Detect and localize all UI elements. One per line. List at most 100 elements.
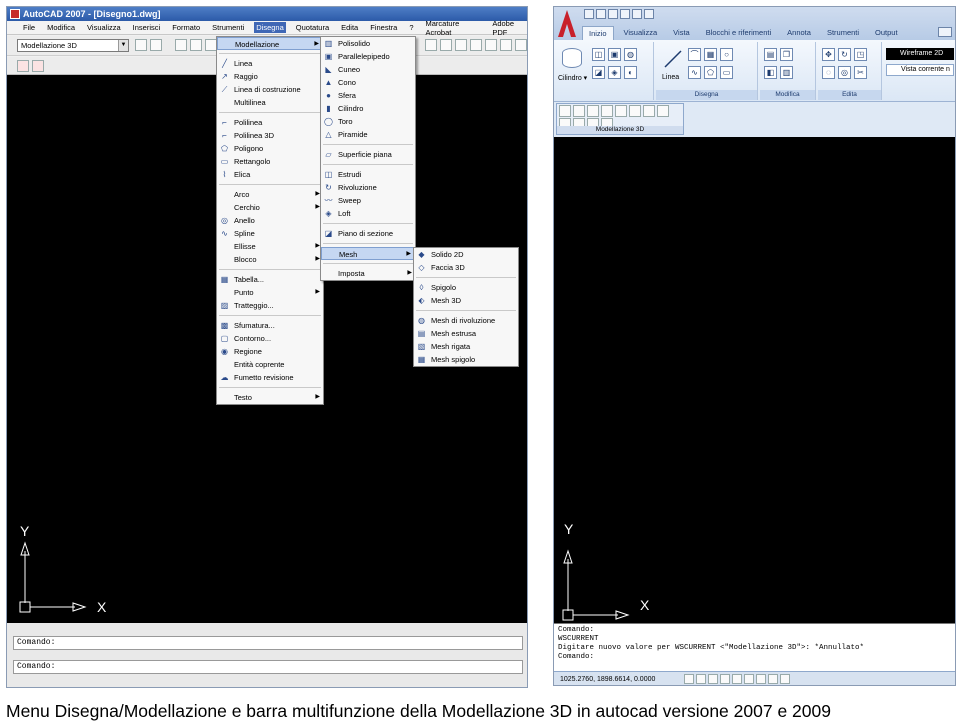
menu-item-solido-2d[interactable]: ◆ Solido 2D: [414, 248, 518, 261]
offset-icon[interactable]: ▥: [780, 66, 793, 79]
autocad-app-icon[interactable]: [10, 9, 20, 19]
panel-label-edita[interactable]: Edita: [818, 90, 881, 100]
menu-item-poligono[interactable]: ⬠ Poligono: [217, 142, 323, 155]
application-menu-icon[interactable]: [554, 7, 580, 40]
menu-item-polilinea-3d[interactable]: ⌐ Polilinea 3D: [217, 129, 323, 142]
panel-label-modifica[interactable]: Modifica: [760, 90, 815, 100]
menu-item-cono[interactable]: ▲ Cono: [321, 76, 415, 89]
menu-file[interactable]: File: [21, 22, 37, 33]
tab-output[interactable]: Output: [869, 26, 904, 40]
scale-icon[interactable]: ◳: [854, 48, 867, 61]
menu-item-sfumatura[interactable]: ▩ Sfumatura...: [217, 319, 323, 332]
rectangle-icon[interactable]: ▭: [720, 66, 733, 79]
menu-item-anello[interactable]: ◎ Anello: [217, 214, 323, 227]
tab-annota[interactable]: Annota: [781, 26, 817, 40]
menu-item-rivoluzione[interactable]: ↻ Rivoluzione: [321, 181, 415, 194]
tab-inizio[interactable]: Inizio: [582, 26, 614, 40]
menu-item-superficie-piana[interactable]: ▱ Superficie piana: [321, 148, 415, 161]
redo-icon[interactable]: [644, 9, 654, 19]
menu-modifica[interactable]: Modifica: [45, 22, 77, 33]
polysolid-icon[interactable]: [657, 105, 669, 117]
menu-item-polilinea[interactable]: ⌐ Polilinea: [217, 116, 323, 129]
ortho-icon[interactable]: [708, 674, 718, 684]
menu-item-tratteggio[interactable]: ▨ Tratteggio...: [217, 299, 323, 312]
view-select[interactable]: Vista corrente n: [886, 64, 954, 76]
sphere-icon[interactable]: [601, 105, 613, 117]
menu-item-mesh-estrusa[interactable]: ▤ Mesh estrusa: [414, 327, 518, 340]
snap-icon[interactable]: [684, 674, 694, 684]
ducs-icon[interactable]: [756, 674, 766, 684]
menu-item-sfera[interactable]: ● Sfera: [321, 89, 415, 102]
spline-icon[interactable]: ∿: [688, 66, 701, 79]
polygon-icon[interactable]: ⬠: [704, 66, 717, 79]
pdf-icon[interactable]: [17, 60, 29, 72]
command-line[interactable]: Comando:: [13, 636, 523, 650]
revolve-icon[interactable]: ◍: [624, 48, 637, 61]
tab-blocchi-e-riferimenti[interactable]: Blocchi e riferimenti: [700, 26, 777, 40]
menu-item-loft[interactable]: ◈ Loft: [321, 207, 415, 220]
menu-quotatura[interactable]: Quotatura: [294, 22, 331, 33]
grid-icon[interactable]: [696, 674, 706, 684]
otrack-icon[interactable]: [744, 674, 754, 684]
presspull-icon[interactable]: ▣: [608, 48, 621, 61]
minimize-ribbon-icon[interactable]: [938, 27, 952, 37]
stretch-icon[interactable]: ◎: [838, 66, 851, 79]
menu-item-estrudi[interactable]: ◫ Estrudi: [321, 168, 415, 181]
menu-item-toro[interactable]: ◯ Toro: [321, 115, 415, 128]
cone-icon[interactable]: [587, 105, 599, 117]
line-icon[interactable]: [662, 48, 684, 70]
new-file-icon[interactable]: [175, 39, 187, 51]
menu-item-mesh-rigata[interactable]: ▧ Mesh rigata: [414, 340, 518, 353]
menu-formato[interactable]: Formato: [170, 22, 202, 33]
menu-item-elica[interactable]: ⌇ Elica: [217, 168, 323, 181]
workspace-settings-icon[interactable]: [135, 39, 147, 51]
tab-strumenti[interactable]: Strumenti: [821, 26, 865, 40]
chevron-down-icon[interactable]: ▼: [118, 40, 128, 51]
array-icon[interactable]: ▤: [764, 48, 777, 61]
drawing-canvas-2009[interactable]: Y X: [554, 137, 955, 623]
menu-help[interactable]: ?: [407, 22, 415, 33]
menu-item-mesh[interactable]: Mesh ▶: [321, 247, 415, 260]
move-icon[interactable]: ✥: [822, 48, 835, 61]
menu-item-linea-di-costruzione[interactable]: ⟋ Linea di costruzione: [217, 83, 323, 96]
menu-item-fumetto-revisione[interactable]: ☁ Fumetto revisione: [217, 371, 323, 384]
menu-item-tabella[interactable]: ▦ Tabella...: [217, 273, 323, 286]
menu-adobe-pdf[interactable]: Adobe PDF: [490, 18, 527, 38]
tab-visualizza[interactable]: Visualizza: [618, 26, 664, 40]
open-icon[interactable]: [596, 9, 606, 19]
pdf-markup-icon[interactable]: [32, 60, 44, 72]
tab-vista[interactable]: Vista: [667, 26, 696, 40]
polar-icon[interactable]: [720, 674, 730, 684]
menu-item-testo[interactable]: Testo ▶: [217, 391, 323, 404]
menu-item-faccia-3d[interactable]: ◇ Faccia 3D: [414, 261, 518, 274]
menu-visualizza[interactable]: Visualizza: [85, 22, 123, 33]
menu-item-linea[interactable]: ╱ Linea: [217, 57, 323, 70]
torus-icon[interactable]: [615, 105, 627, 117]
menu-item-arco[interactable]: Arco ▶: [217, 188, 323, 201]
wedge-icon[interactable]: [573, 105, 585, 117]
save-icon[interactable]: [608, 9, 618, 19]
menu-item-spigolo[interactable]: ◊ Spigolo: [414, 281, 518, 294]
extrude-icon[interactable]: ◫: [592, 48, 605, 61]
menu-item-parallelepipedo[interactable]: ▣ Parallelepipedo: [321, 50, 415, 63]
zoom-window-icon[interactable]: [455, 39, 467, 51]
menu-item-punto[interactable]: Punto ▶: [217, 286, 323, 299]
command-window-2009[interactable]: Comando: WSCURRENT Digitare nuovo valore…: [554, 623, 955, 675]
menu-item-rettangolo[interactable]: ▭ Rettangolo: [217, 155, 323, 168]
osnap-icon[interactable]: [732, 674, 742, 684]
menu-item-spline[interactable]: ∿ Spline: [217, 227, 323, 240]
cilindro-button[interactable]: Cilindro ▾: [558, 74, 587, 82]
menu-item-piano-di-sezione[interactable]: ◪ Piano di sezione: [321, 227, 415, 240]
menu-item-piramide[interactable]: △ Piramide: [321, 128, 415, 141]
dyn-icon[interactable]: [768, 674, 778, 684]
print-icon[interactable]: [620, 9, 630, 19]
box-icon[interactable]: [559, 105, 571, 117]
menu-marcature-acrobat[interactable]: Marcature Acrobat: [424, 18, 483, 38]
command-line[interactable]: Comando:: [13, 660, 523, 674]
menu-item-entita-coprente[interactable]: Entità coprente: [217, 358, 323, 371]
menu-item-multilinea[interactable]: Multilinea: [217, 96, 323, 109]
menu-edita[interactable]: Edita: [339, 22, 360, 33]
polyline-icon[interactable]: ⌒: [688, 48, 701, 61]
menu-item-raggio[interactable]: ↗ Raggio: [217, 70, 323, 83]
menu-item-mesh-spigolo[interactable]: ▦ Mesh spigolo: [414, 353, 518, 366]
